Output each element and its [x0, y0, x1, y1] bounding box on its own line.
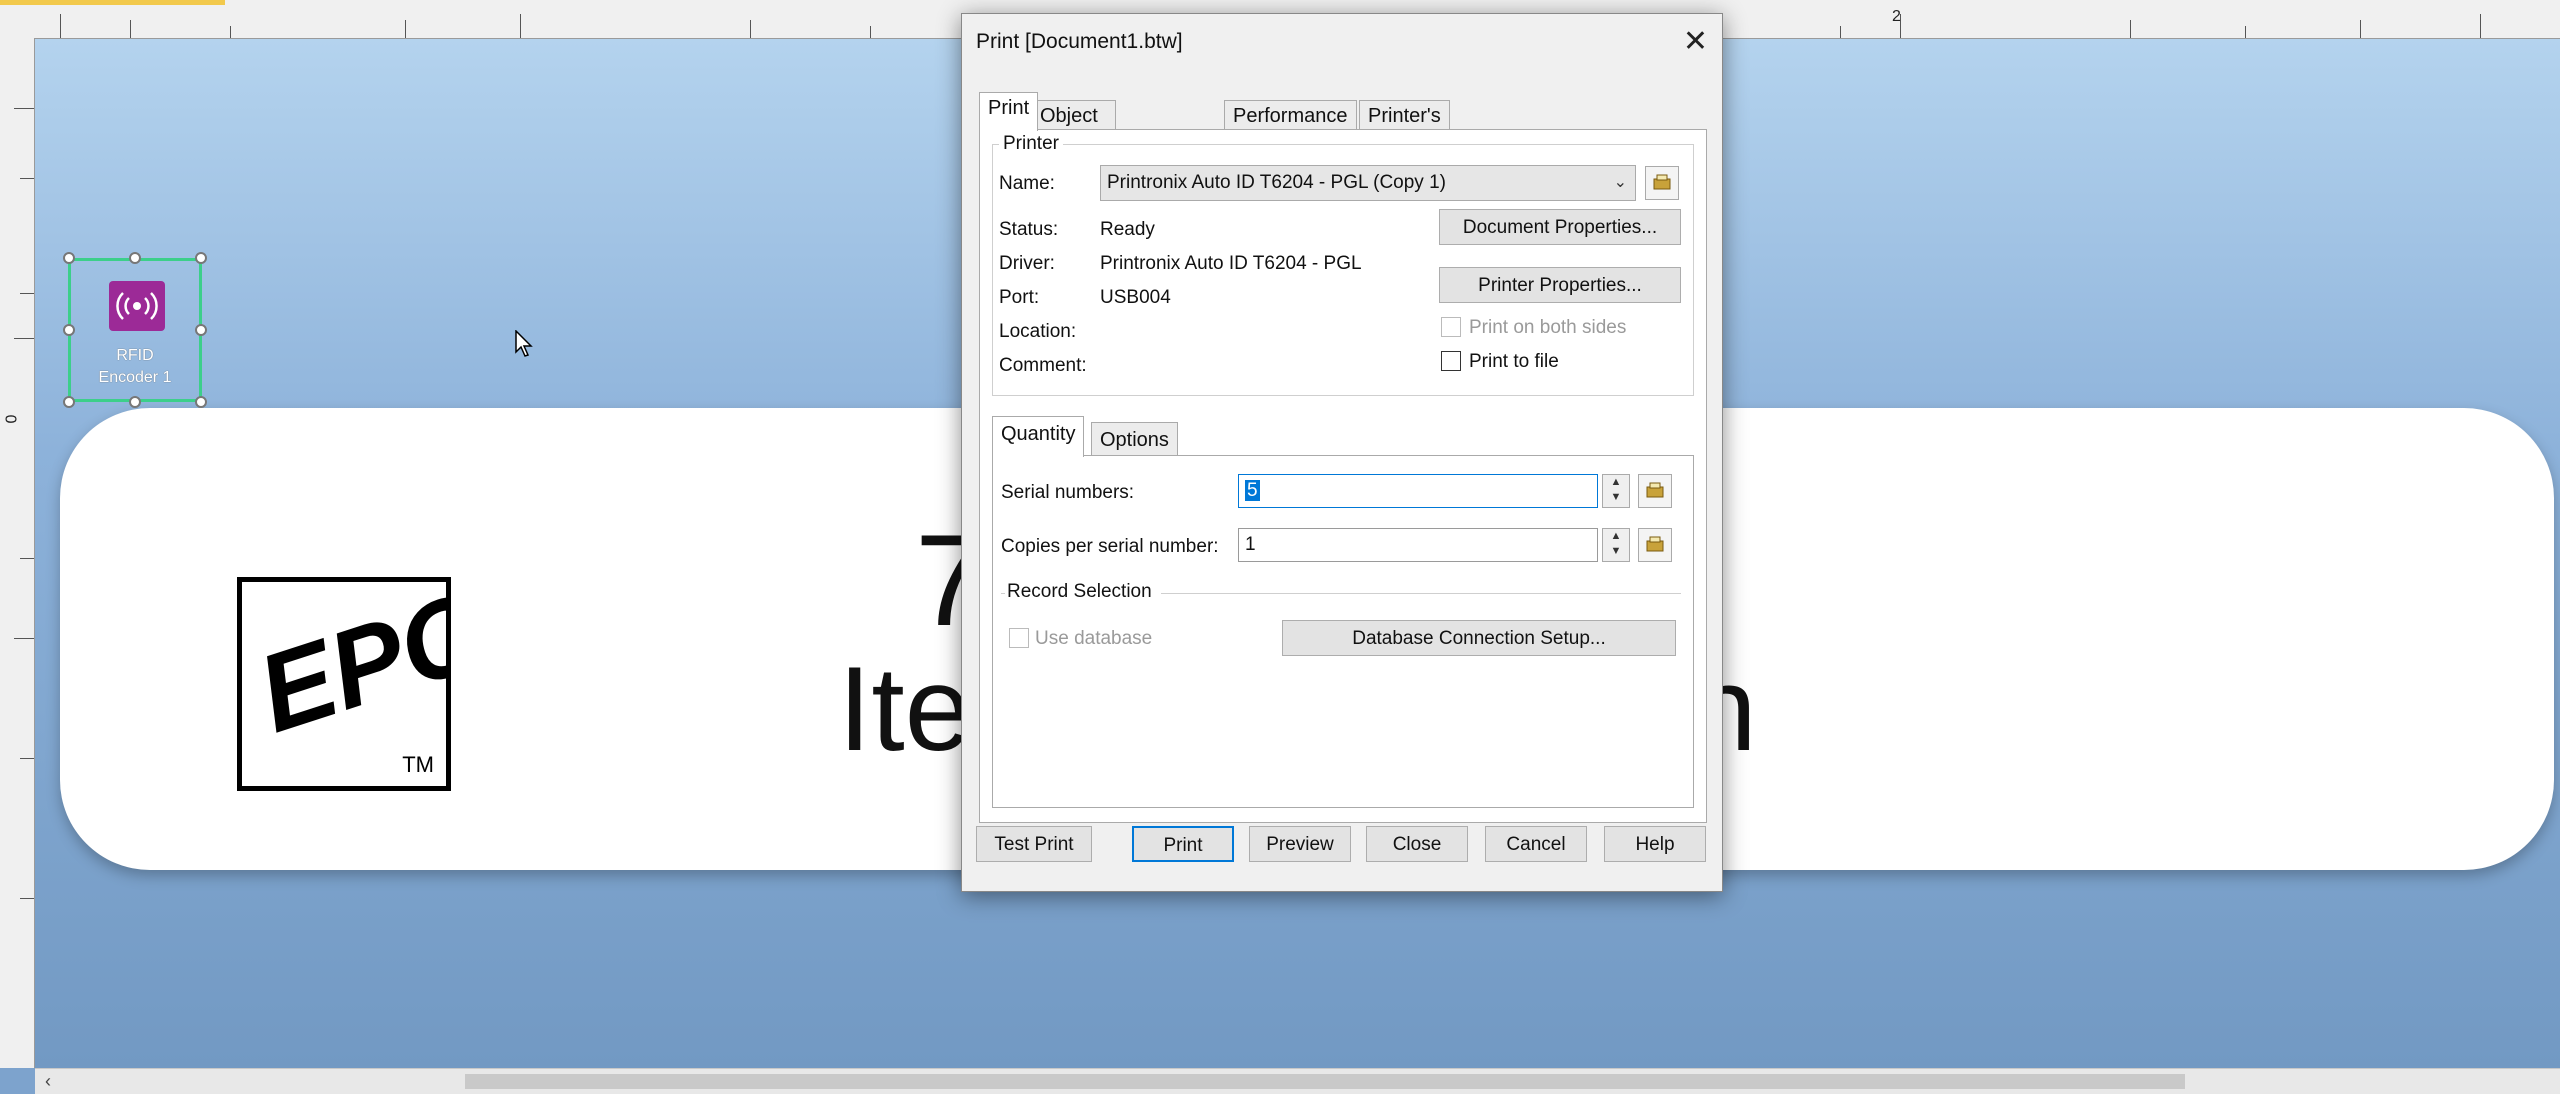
variable-icon — [1646, 482, 1664, 498]
chevron-down-icon: ⌄ — [1613, 174, 1627, 191]
resize-handle[interactable] — [195, 324, 207, 336]
tab-options[interactable]: Options — [1091, 422, 1178, 457]
printer-settings-icon — [1653, 174, 1671, 190]
tab-quantity[interactable]: Quantity — [992, 416, 1085, 457]
use-database-label: Use database — [1035, 628, 1153, 649]
record-selection-label: Record Selection — [1007, 581, 1152, 602]
help-button[interactable]: Help — [1604, 826, 1706, 862]
preview-button[interactable]: Preview — [1249, 826, 1351, 862]
resize-handle[interactable] — [63, 396, 75, 408]
database-connection-setup-button[interactable]: Database Connection Setup... — [1282, 620, 1676, 656]
ruler-number: 0 — [3, 414, 21, 424]
printer-group: Printer Name: Printronix Auto ID T6204 -… — [992, 133, 1694, 396]
document-properties-button[interactable]: Document Properties... — [1439, 209, 1681, 245]
mouse-cursor-icon — [515, 330, 533, 357]
label-text-item[interactable]: Ite — [838, 640, 971, 778]
horizontal-scrollbar[interactable]: ‹ — [35, 1068, 2560, 1094]
print-to-file-label: Print to file — [1469, 351, 1559, 372]
scroll-left-icon[interactable]: ‹ — [45, 1071, 51, 1092]
scrollbar-thumb[interactable] — [465, 1074, 2185, 1089]
serial-variable-button[interactable] — [1638, 474, 1672, 508]
print-tab-panel: Printer Name: Printronix Auto ID T6204 -… — [979, 129, 1707, 823]
tab-printers-cache[interactable]: Printer's Cache — [1359, 100, 1450, 157]
resize-handle[interactable] — [129, 252, 141, 264]
rfid-label: RFID Encoder 1 — [98, 347, 172, 386]
resize-handle[interactable] — [63, 324, 75, 336]
print-button[interactable]: Print — [1132, 826, 1234, 862]
print-to-file-checkbox[interactable] — [1441, 351, 1461, 371]
location-label: Location: — [999, 321, 1077, 342]
record-selection-divider — [1161, 593, 1681, 594]
tab-object-print-method[interactable]: Object Print Method — [1031, 100, 1116, 187]
dialog-title: Print [Document1.btw] — [976, 30, 1183, 53]
printer-group-legend: Printer — [999, 133, 1063, 155]
status-value: Ready — [1100, 219, 1155, 240]
rfid-icon — [109, 281, 165, 331]
cancel-button[interactable]: Cancel — [1485, 826, 1587, 862]
epc-trademark: TM — [402, 752, 434, 777]
svg-text:EPC: EPC — [244, 582, 446, 756]
serial-numbers-stepper[interactable]: ▲ ▼ — [1602, 474, 1630, 508]
copies-stepper[interactable]: ▲ ▼ — [1602, 528, 1630, 562]
variable-icon — [1646, 536, 1664, 552]
quantity-panel: Serial numbers: 5 ▲ ▼ Copies per serial n… — [992, 455, 1694, 808]
printer-properties-button[interactable]: Printer Properties... — [1439, 267, 1681, 303]
name-label: Name: — [999, 173, 1055, 194]
record-selection-divider — [1001, 593, 1005, 594]
printer-name-select[interactable]: Printronix Auto ID T6204 - PGL (Copy 1) … — [1100, 165, 1636, 201]
use-database-checkbox[interactable] — [1009, 628, 1029, 648]
status-label: Status: — [999, 219, 1059, 240]
printer-settings-button[interactable] — [1645, 166, 1679, 200]
epc-logo[interactable]: EPC TM — [237, 569, 499, 791]
serial-numbers-label: Serial numbers: — [1001, 482, 1135, 503]
test-print-button[interactable]: Test Print — [976, 826, 1092, 862]
comment-label: Comment: — [999, 355, 1087, 376]
close-icon[interactable]: ✕ — [1683, 24, 1708, 59]
serial-numbers-input[interactable]: 5 — [1238, 474, 1598, 508]
print-dialog: Print [Document1.btw] ✕ Print Object Pri… — [961, 13, 1723, 892]
resize-handle[interactable] — [129, 396, 141, 408]
print-both-sides-checkbox[interactable] — [1441, 317, 1461, 337]
ruler-highlight — [0, 0, 225, 5]
port-label: Port: — [999, 287, 1040, 308]
resize-handle[interactable] — [195, 396, 207, 408]
copies-label: Copies per serial number: — [1001, 536, 1219, 557]
driver-label: Driver: — [999, 253, 1055, 274]
resize-handle[interactable] — [195, 252, 207, 264]
resize-handle[interactable] — [63, 252, 75, 264]
port-value: USB004 — [1100, 287, 1171, 308]
tab-print[interactable]: Print — [979, 92, 1039, 131]
copies-input[interactable]: 1 — [1238, 528, 1598, 562]
vertical-ruler: 0 — [0, 38, 35, 1068]
rfid-encoder-object[interactable]: RFID Encoder 1 — [68, 258, 202, 402]
driver-value: Printronix Auto ID T6204 - PGL — [1100, 253, 1362, 274]
ruler-number: 2 — [1892, 8, 1901, 25]
tab-performance[interactable]: Performance — [1224, 100, 1357, 131]
copies-variable-button[interactable] — [1638, 528, 1672, 562]
close-button[interactable]: Close — [1366, 826, 1468, 862]
print-both-sides-label: Print on both sides — [1469, 317, 1627, 338]
